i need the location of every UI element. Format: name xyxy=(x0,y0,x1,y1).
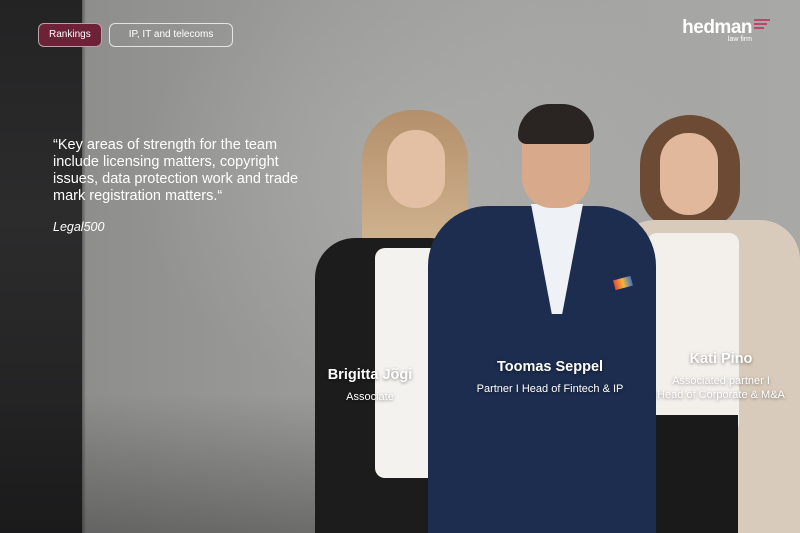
testimonial-quote: “Key areas of strength for the team incl… xyxy=(53,137,315,234)
person-name: Kati Pino xyxy=(689,351,753,367)
person-role: Associated partner I Head of Corporate &… xyxy=(643,374,799,402)
hedman-logo[interactable]: hedman law firm xyxy=(682,17,770,43)
tab-rankings[interactable]: Rankings xyxy=(38,23,102,47)
photo-toomas xyxy=(428,104,656,533)
quote-source: Legal500 xyxy=(53,220,105,234)
quote-text: “Key areas of strength for the team incl… xyxy=(53,137,299,204)
tab-bar: Rankings IP, IT and telecoms xyxy=(38,23,234,47)
person-role: Partner I Head of Fintech & IP xyxy=(476,383,624,395)
person-name: Toomas Seppel xyxy=(496,359,604,375)
person-card-kati[interactable]: Kati Pino Associated partner I Head of C… xyxy=(643,351,799,402)
person-role: Associate xyxy=(346,391,394,403)
person-name: Brigitta Jõgi xyxy=(327,367,413,383)
tab-ip-it-telecoms[interactable]: IP, IT and telecoms xyxy=(108,23,234,47)
person-card-toomas[interactable]: Toomas Seppel Partner I Head of Fintech … xyxy=(465,359,635,396)
person-card-brigitta[interactable]: Brigitta Jõgi Associate xyxy=(318,367,422,404)
logo-wordmark: hedman xyxy=(682,17,752,38)
person-role-line: Associated partner I xyxy=(672,375,770,387)
person-role-line: Head of Corporate & M&A xyxy=(657,389,785,401)
logo-stripes-icon xyxy=(754,18,770,31)
hero-banner: Rankings IP, IT and telecoms hedman law … xyxy=(0,0,800,533)
